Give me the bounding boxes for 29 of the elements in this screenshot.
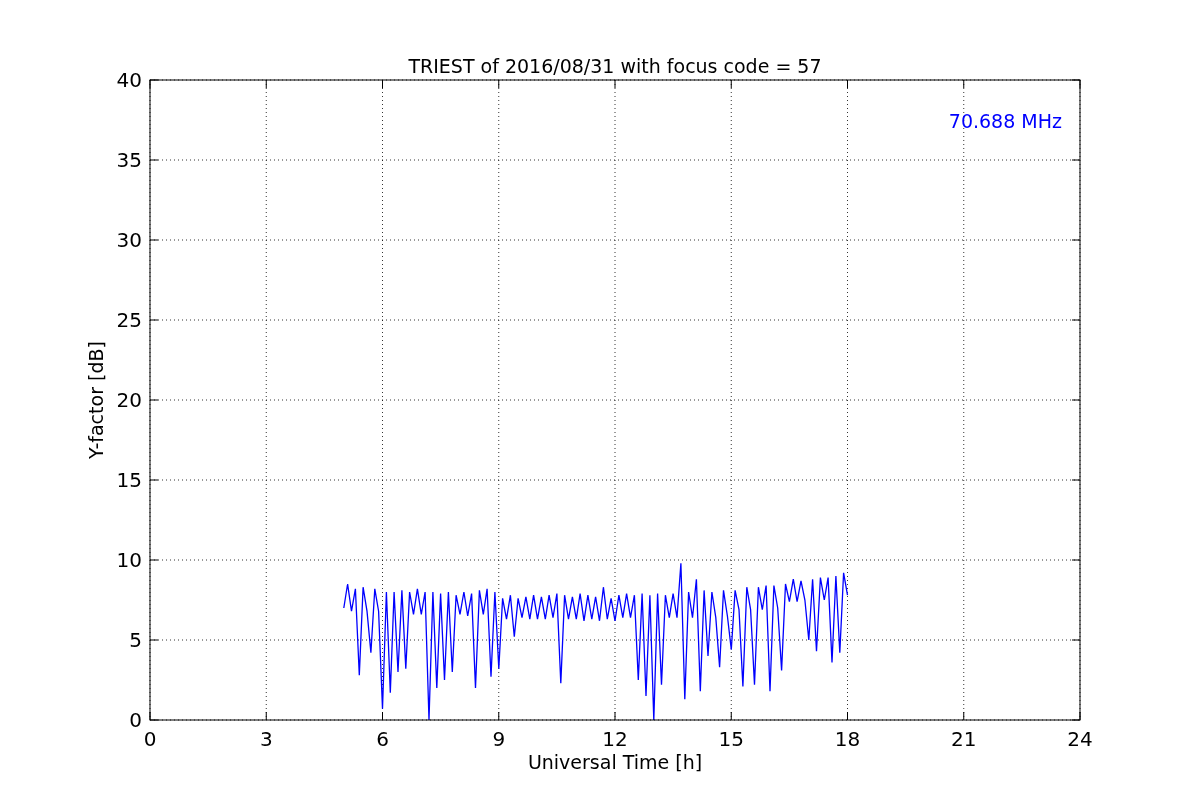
tick-label: 12 <box>602 727 628 751</box>
tick-mark <box>498 711 500 721</box>
tick-label: 10 <box>116 548 142 572</box>
tick-label: 5 <box>129 628 142 652</box>
tick-label: 21 <box>951 727 977 751</box>
tick-mark <box>847 711 848 721</box>
tick-label: 9 <box>492 727 506 751</box>
frequency-label: 70.688 MHz <box>948 110 1062 132</box>
x-axis-label: Universal Time [h] <box>527 751 703 773</box>
y-axis-label: Y-factor [dB] <box>85 341 107 459</box>
tick-label: 3 <box>259 727 273 751</box>
tick-label: 15 <box>116 468 142 492</box>
tick-label: 30 <box>116 228 142 252</box>
tick-mark <box>614 711 616 721</box>
tick-mark <box>730 711 732 721</box>
tick-label: 18 <box>834 727 861 751</box>
tick-label: 25 <box>116 308 142 332</box>
tick-label: 24 <box>1067 727 1093 751</box>
chart-title: TRIEST of 2016/08/31 with focus code = 57 <box>408 55 822 77</box>
tick-label: 0 <box>129 708 142 732</box>
tick-mark <box>265 711 267 721</box>
tick-label: 20 <box>116 388 142 412</box>
tick-label: 15 <box>718 727 744 751</box>
tick-label: 35 <box>116 148 142 172</box>
tick-label: 40 <box>116 68 142 92</box>
tick-label: 6 <box>376 727 389 751</box>
tick-mark <box>382 711 383 721</box>
tick-mark <box>963 711 965 721</box>
tick-label: 0 <box>143 727 157 751</box>
